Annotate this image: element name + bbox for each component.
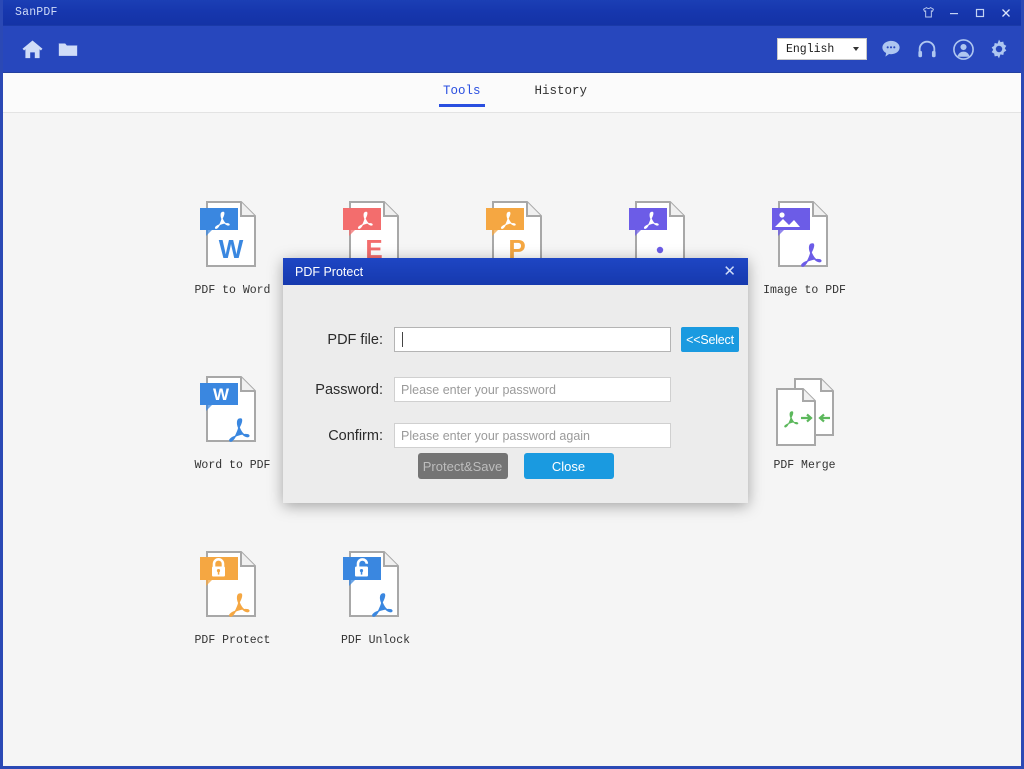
confirm-label: Confirm: <box>328 427 383 444</box>
svg-text:W: W <box>212 385 229 404</box>
pdf-to-word-icon: W <box>197 198 269 278</box>
password-input[interactable]: Please enter your password <box>394 377 671 402</box>
svg-text:W: W <box>218 234 243 264</box>
tab-history-label: History <box>534 84 588 98</box>
close-icon[interactable] <box>993 1 1019 25</box>
confirm-row: Confirm: Please enter your password agai… <box>303 423 671 448</box>
password-label: Password: <box>315 381 383 398</box>
shirt-icon[interactable] <box>915 1 941 25</box>
app-toolbar: English <box>3 26 1021 73</box>
tool-label: Image to PDF <box>763 284 846 297</box>
home-icon[interactable] <box>19 36 45 62</box>
pdf-file-row: PDF file: <<Select <box>303 327 739 352</box>
dialog-actions: Protect&Save Close <box>283 453 748 479</box>
language-value: English <box>786 42 835 56</box>
password-placeholder: Please enter your password <box>401 382 556 397</box>
tool-label: PDF Protect <box>194 634 271 647</box>
select-file-button[interactable]: <<Select <box>681 327 739 352</box>
toolbar-right-group: English <box>777 37 1011 61</box>
user-icon[interactable] <box>951 37 975 61</box>
headphones-icon[interactable] <box>915 37 939 61</box>
window-titlebar: SanPDF <box>3 0 1021 26</box>
pdf-protect-icon <box>197 548 269 628</box>
maximize-icon[interactable] <box>967 1 993 25</box>
close-button[interactable]: Close <box>523 453 614 479</box>
folder-icon[interactable] <box>55 36 81 62</box>
password-row: Password: Please enter your password <box>303 377 671 402</box>
dialog-title: PDF Protect <box>295 264 364 279</box>
tab-tools[interactable]: Tools <box>438 78 485 107</box>
pdf-merge-icon <box>769 373 841 453</box>
app-window: SanPDF English Tools History W PDF to Wo… <box>0 0 1024 769</box>
text-caret <box>402 332 403 347</box>
tab-history[interactable]: History <box>531 78 592 107</box>
confirm-placeholder: Please enter your password again <box>401 428 591 443</box>
confirm-input[interactable]: Please enter your password again <box>394 423 671 448</box>
tool-label: PDF Unlock <box>340 634 410 647</box>
tool-pdf-protect[interactable]: PDF Protect <box>161 548 304 723</box>
image-to-pdf-icon <box>769 198 841 278</box>
dialog-body: PDF file: <<Select Password: Please ente… <box>283 285 748 503</box>
app-title: SanPDF <box>15 6 58 19</box>
dialog-titlebar: PDF Protect ✕ <box>283 258 748 285</box>
pdf-file-input[interactable] <box>394 327 671 352</box>
tool-label: Word to PDF <box>194 459 271 472</box>
pdf-unlock-icon <box>340 548 412 628</box>
tab-tools-label: Tools <box>442 84 481 98</box>
tool-pdf-unlock[interactable]: PDF Unlock <box>304 548 447 723</box>
chevron-down-icon <box>853 47 859 51</box>
tab-bar: Tools History <box>3 73 1021 113</box>
language-select[interactable]: English <box>777 38 867 60</box>
chat-bubble-icon[interactable] <box>879 37 903 61</box>
tool-label: PDF Merge <box>773 459 836 472</box>
tool-pdf-merge[interactable]: PDF Merge <box>733 373 876 548</box>
protect-and-save-button[interactable]: Protect&Save <box>417 453 508 479</box>
tool-label: PDF to Word <box>194 284 271 297</box>
pdf-protect-dialog: PDF Protect ✕ PDF file: <<Select Passwor… <box>283 258 748 503</box>
toolbar-left-group <box>19 36 81 62</box>
word-to-pdf-icon: W <box>197 373 269 453</box>
pdf-file-label: PDF file: <box>327 331 383 348</box>
dialog-close-icon[interactable]: ✕ <box>723 264 736 279</box>
gear-icon[interactable] <box>987 37 1011 61</box>
tool-image-to-pdf[interactable]: Image to PDF <box>733 198 876 373</box>
minimize-icon[interactable] <box>941 1 967 25</box>
